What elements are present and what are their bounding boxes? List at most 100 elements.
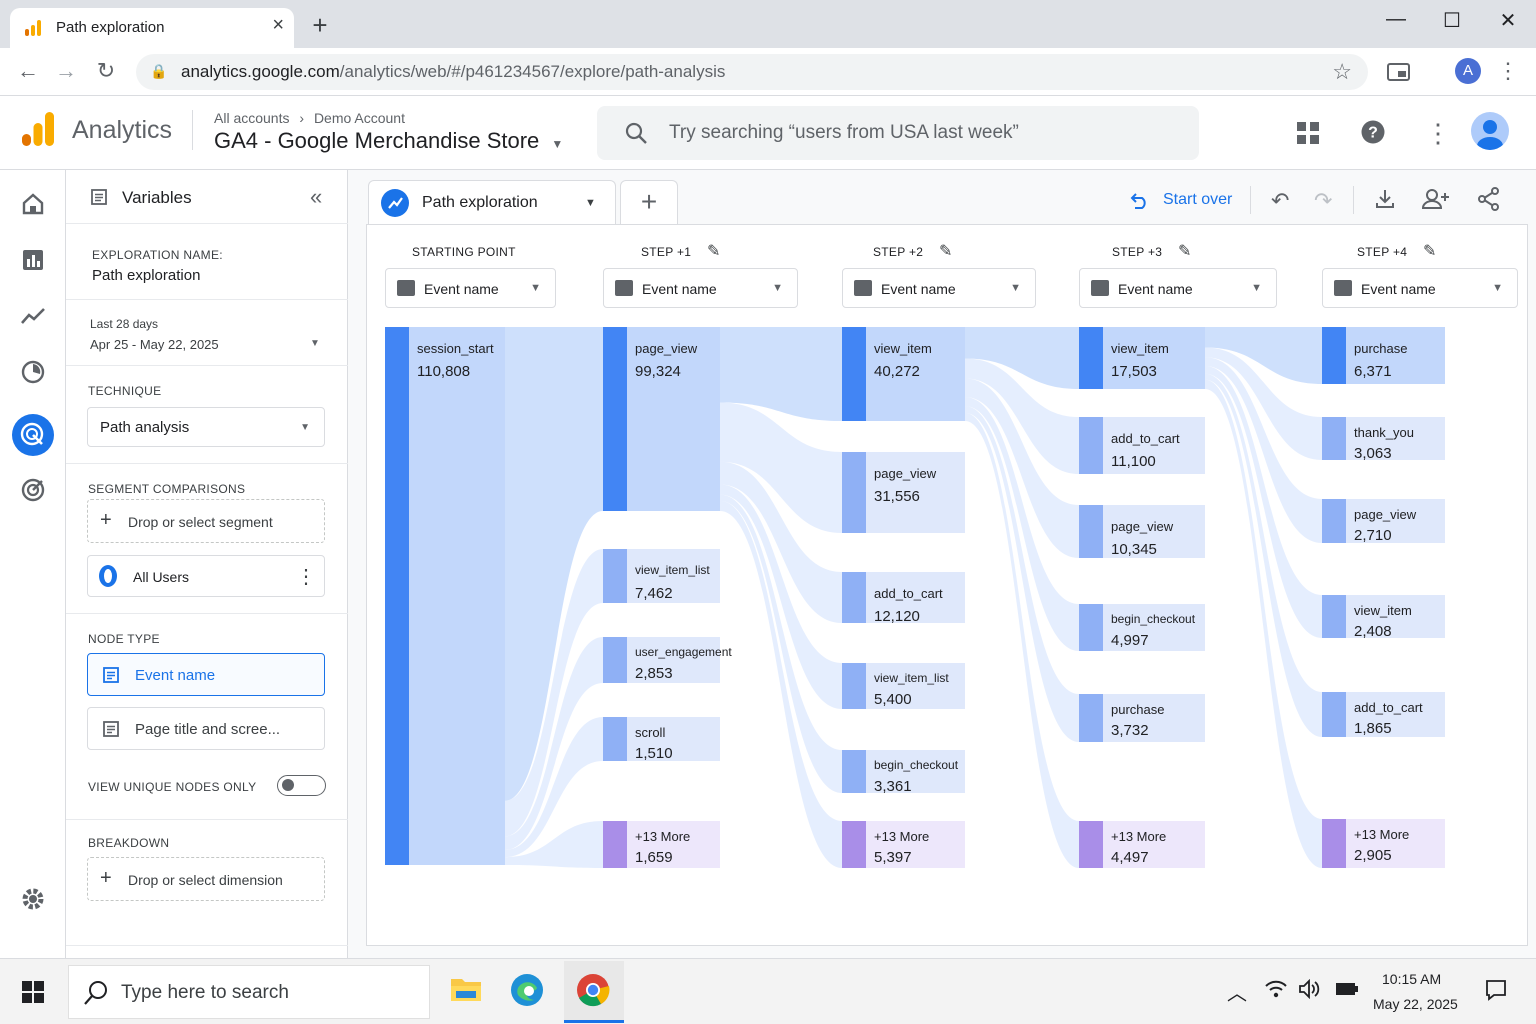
breadcrumb-all-accounts[interactable]: All accounts (214, 110, 289, 126)
window-close-icon[interactable]: ✕ (1488, 8, 1528, 33)
node-type-event-name[interactable]: Event name (87, 653, 325, 696)
browser-tab[interactable]: Path exploration × (10, 8, 294, 48)
path-node[interactable]: page_view 2,710 (1322, 499, 1445, 544)
drop-segment-target[interactable]: + Drop or select segment (87, 499, 325, 543)
path-node[interactable]: begin_checkout 3,361 (842, 750, 965, 795)
path-node[interactable]: add_to_cart 12,120 (842, 572, 965, 625)
minimize-icon[interactable]: — (1376, 8, 1416, 31)
file-explorer-icon[interactable] (450, 975, 482, 1003)
settings-gear-icon[interactable] (16, 882, 50, 916)
path-node[interactable]: page_view 31,556 (842, 452, 965, 533)
share-icon[interactable] (1477, 187, 1501, 211)
path-node[interactable]: view_item_list 5,400 (842, 663, 965, 709)
breadcrumb[interactable]: All accounts › Demo Account (214, 110, 405, 126)
path-node[interactable]: purchase 6,371 (1322, 327, 1445, 384)
path-node-label: view_item_list (635, 563, 710, 577)
home-icon[interactable] (16, 187, 50, 221)
volume-icon[interactable] (1298, 979, 1322, 999)
show-hidden-icons[interactable]: ︿ (1227, 977, 1247, 1006)
path-node[interactable]: +13 More 4,497 (1079, 821, 1205, 868)
path-node-bar (842, 327, 866, 421)
path-node[interactable]: view_item 17,503 (1079, 327, 1205, 389)
caret-down-icon[interactable]: ▼ (585, 197, 596, 209)
segment-all-users[interactable]: All Users ⋮ (87, 555, 325, 597)
path-node[interactable]: page_view 99,324 (603, 327, 720, 511)
path-node[interactable]: +13 More 1,659 (603, 821, 720, 868)
reload-icon[interactable]: ↻ (92, 58, 120, 84)
browser-menu-icon[interactable]: ⋮ (1494, 58, 1522, 84)
add-tab-button[interactable]: + (620, 180, 678, 224)
path-node[interactable]: view_item 40,272 (842, 327, 965, 421)
path-node-value: 12,120 (874, 608, 920, 625)
download-icon[interactable] (1374, 188, 1396, 210)
undo-icon[interactable]: ↶ (1271, 188, 1289, 214)
path-node-value: 4,997 (1111, 632, 1149, 649)
path-node[interactable]: user_engagement 2,853 (603, 637, 732, 683)
start-over-button[interactable]: Start over (1163, 191, 1232, 209)
technique-select[interactable]: Path analysis ▼ (87, 407, 325, 447)
explore-nav-active[interactable] (12, 414, 54, 456)
node-type-page-title[interactable]: Page title and scree... (87, 707, 325, 750)
drop-dimension-target[interactable]: + Drop or select dimension (87, 857, 325, 901)
collapse-panel-icon[interactable]: « (310, 184, 322, 210)
path-node[interactable]: add_to_cart 11,100 (1079, 417, 1205, 474)
battery-icon[interactable] (1335, 981, 1359, 997)
bookmark-star-icon[interactable]: ☆ (1332, 59, 1352, 85)
property-selector[interactable]: GA4 - Google Merchandise Store ▼ (214, 128, 563, 154)
more-vert-icon[interactable]: ⋮ (1425, 118, 1451, 149)
path-node[interactable]: view_item 2,408 (1322, 595, 1445, 640)
notifications-icon[interactable] (1485, 979, 1507, 1001)
more-vert-icon[interactable]: ⋮ (296, 564, 316, 589)
advertising-icon[interactable] (16, 473, 50, 507)
help-icon[interactable]: ? (1361, 120, 1385, 144)
taskbar-date: May 22, 2025 (1373, 996, 1458, 1012)
path-node[interactable]: add_to_cart 1,865 (1322, 692, 1445, 737)
header-divider (192, 110, 193, 150)
path-node-label: begin_checkout (874, 758, 959, 772)
edge-browser-icon[interactable] (510, 973, 544, 1007)
path-node-label: +13 More (635, 829, 691, 844)
taskbar-search-input[interactable]: Type here to search (68, 965, 430, 1019)
path-node[interactable]: page_view 10,345 (1079, 505, 1205, 558)
windows-start-icon[interactable] (22, 981, 44, 1003)
user-avatar[interactable] (1471, 112, 1509, 150)
path-node-value: 1,510 (635, 745, 673, 762)
exploration-name-value[interactable]: Path exploration (92, 267, 200, 284)
chrome-taskbar-active[interactable] (564, 961, 624, 1023)
forward-icon[interactable]: → (52, 58, 80, 84)
trend-line-icon[interactable] (16, 299, 50, 333)
path-node[interactable]: purchase 3,732 (1079, 694, 1205, 742)
address-bar[interactable]: 🔒 analytics.google.com/analytics/web/#/p… (136, 54, 1368, 90)
back-icon[interactable]: ← (14, 58, 42, 84)
apps-grid-icon[interactable] (1297, 122, 1319, 144)
maximize-icon[interactable]: ☐ (1432, 8, 1472, 33)
breadcrumb-account[interactable]: Demo Account (314, 110, 405, 126)
path-node[interactable]: begin_checkout 4,997 (1079, 604, 1205, 651)
path-node[interactable]: thank_you 3,063 (1322, 417, 1445, 462)
path-node[interactable]: view_item_list 7,462 (603, 549, 720, 603)
path-node-bar (1322, 595, 1346, 638)
redo-icon[interactable]: ↷ (1314, 188, 1332, 214)
exploration-tab[interactable]: Path exploration ▼ (368, 180, 616, 224)
path-node-label: page_view (1354, 507, 1417, 522)
wifi-icon[interactable] (1264, 979, 1288, 999)
new-tab-icon[interactable]: + (306, 10, 334, 41)
share-user-add-icon[interactable] (1422, 187, 1450, 211)
date-range-section[interactable]: Last 28 days Apr 25 - May 22, 2025 ▼ (66, 300, 348, 366)
path-node[interactable]: +13 More 2,905 (1322, 819, 1445, 868)
unique-nodes-toggle[interactable] (277, 775, 326, 796)
path-node-value: 3,063 (1354, 445, 1392, 462)
reports-icon[interactable] (16, 243, 50, 277)
browser-profile-avatar[interactable]: A (1455, 58, 1481, 84)
insights-icon[interactable] (16, 355, 50, 389)
path-node-bar (1079, 694, 1103, 742)
toolbar-divider (1250, 186, 1251, 214)
close-tab-icon[interactable]: × (272, 14, 284, 37)
path-node-bar (1079, 505, 1103, 558)
path-node[interactable]: session_start 110,808 (385, 327, 505, 865)
picture-in-picture-icon[interactable] (1387, 62, 1411, 82)
path-node-value: 6,371 (1354, 363, 1392, 380)
path-node[interactable]: scroll 1,510 (603, 717, 720, 762)
analytics-search-input[interactable]: Try searching “users from USA last week” (597, 106, 1199, 160)
path-node[interactable]: +13 More 5,397 (842, 821, 965, 868)
